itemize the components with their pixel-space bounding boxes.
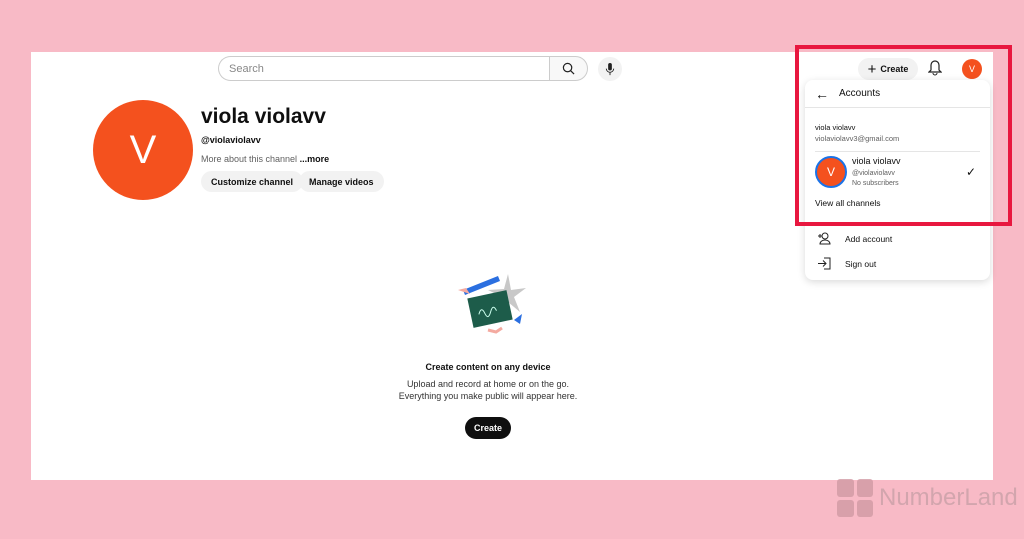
search-input[interactable]: Search — [218, 56, 550, 81]
empty-state-title: Create content on any device — [425, 362, 551, 372]
microphone-icon — [605, 62, 615, 75]
sign-out-label: Sign out — [845, 258, 877, 269]
channel-avatar: V — [93, 100, 193, 200]
clapperboard-illustration-icon — [458, 274, 526, 334]
more-link[interactable]: ...more — [300, 154, 330, 164]
manage-videos-button[interactable]: Manage videos — [299, 171, 384, 192]
add-account-item[interactable]: Add account — [817, 232, 892, 245]
empty-line-2: Everything you make public will appear h… — [398, 391, 578, 401]
channel-name: viola violavv — [201, 105, 326, 128]
empty-line-1: Upload and record at home or on the go. — [406, 379, 570, 389]
search-button[interactable] — [549, 56, 588, 81]
add-person-icon — [818, 232, 831, 245]
sign-out-icon — [818, 257, 831, 270]
customize-channel-button[interactable]: Customize channel — [201, 171, 304, 192]
numberland-watermark: NumberLand — [837, 479, 1018, 517]
voice-search-button[interactable] — [598, 57, 622, 81]
about-text: More about this channel — [201, 154, 298, 164]
watermark-brand: NumberLand — [879, 484, 1018, 511]
numberland-logo-icon — [837, 479, 873, 517]
empty-state-description: Upload and record at home or on the go. E… — [0, 378, 976, 402]
search-icon — [562, 62, 575, 75]
channel-about[interactable]: More about this channel ...more — [201, 154, 329, 164]
add-account-label: Add account — [845, 233, 893, 244]
channel-handle: @violaviolavv — [201, 135, 261, 145]
highlight-box — [795, 45, 1012, 226]
create-content-button[interactable]: Create — [465, 417, 511, 439]
sign-out-item[interactable]: Sign out — [817, 257, 876, 270]
